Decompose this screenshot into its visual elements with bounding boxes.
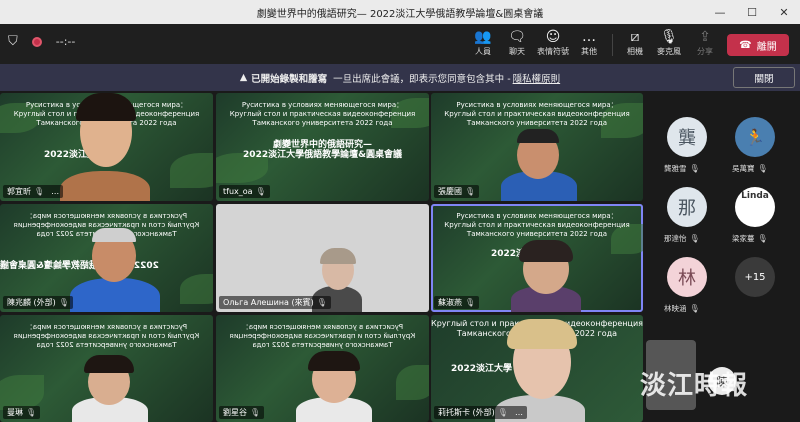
participant-name: 那達怡 🎙 [664,234,700,243]
mic-icon: 🎙 [757,234,768,243]
participant-name: 曼琳 🎙 [3,406,41,419]
banner-title: 已開始錄製和謄寫 [251,73,328,85]
recording-banner: ▲ 已開始錄製和謄寫 一旦出席此會議，即表示您同意包含其中 - 隱私權原則 [0,64,800,91]
camera-off-icon: ⧄ [630,29,640,45]
tile-more-button[interactable]: … [515,406,523,419]
participant-name: 林映涵 🎙 [664,304,700,313]
mic-button[interactable]: 🎙 麥克風 [652,28,686,62]
banner-close-button[interactable]: 關閉 [733,67,795,88]
chat-icon: 🗨 [508,29,526,45]
participant-name: Ольга Алешина (來賓) 🎙 [219,296,331,309]
meeting-toolbar: ⛉ --:-- 👥 人員 🗨 聊天 ☺ 表情符號 … 其他 ⧄ 相機 🎙 麥克風… [0,24,800,64]
mic-icon: 🎙 [250,408,261,417]
recording-icon [31,36,42,47]
video-tile[interactable]: Ольга Алешина (來賓) 🎙 [216,204,429,312]
participant-name: 郭宜昕 🎙… [3,185,64,198]
video-tile[interactable]: Русистика в условиях меняющегося мира： К… [216,93,429,201]
mic-icon: 🎙 [497,408,508,417]
person-photo-icon: 🏃 [745,127,765,147]
avatar[interactable]: 🏃 [735,117,775,157]
participant-name: 劉星谷 🎙 [219,406,265,419]
warning-icon: ▲ [239,72,248,83]
mic-icon: 🎙 [34,187,45,196]
maximize-button[interactable]: ☐ [736,0,768,24]
video-tile[interactable]: Круглый стол и практическая видеоконфере… [431,315,643,422]
mic-icon: 🎙 [465,298,476,307]
share-icon: ⇪ [699,29,711,45]
video-tile[interactable]: Русистика в условиях меняющегося мира： К… [0,93,213,201]
participant-name: 莉托斯卡 (外部) 🎙… [434,406,527,419]
video-tile[interactable]: Русистика в условиях меняющегося мира： К… [216,315,429,422]
video-tile[interactable]: Русистика в условиях меняющегося мира： К… [431,204,643,312]
toolbar-divider [612,34,613,56]
banner-text: 一旦出席此會議，即表示您同意包含其中 - [333,73,511,85]
participant-name: 龔雅雪 🎙 [664,164,700,173]
participant-name: 張慶國 🎙 [434,185,480,198]
mic-off-icon: 🎙 [660,29,678,45]
title-bar: 劇變世界中的俄語研究— 2022淡江大學俄語教學論壇&圓桌會議 — ☐ ✕ [0,0,800,24]
participant-name: 陳兆麟 (外部) 🎙 [3,296,73,309]
window-title: 劇變世界中的俄語研究— 2022淡江大學俄語教學論壇&圓桌會議 [256,8,544,20]
video-tile[interactable]: Русистика в условиях меняющегося мира： К… [0,204,213,312]
participant-name: 吳萬寶 🎙 [732,164,768,173]
chat-button[interactable]: 🗨 聊天 [500,28,534,62]
people-icon: 👥 [474,29,492,45]
video-tile[interactable]: Русистика в условиях меняющегося мира： К… [0,315,213,422]
mic-icon: 🎙 [757,164,768,173]
mic-icon: 🎙 [255,187,266,196]
avatar[interactable]: 龔 [667,117,707,157]
smiley-icon: ☺ [545,29,561,45]
avatar[interactable]: Linda [735,187,775,227]
mic-icon: 🎙 [689,164,700,173]
participant-name: tfux_oa 🎙 [219,185,270,198]
mic-icon: 🎙 [26,408,37,417]
people-button[interactable]: 👥 人員 [466,28,500,62]
minimize-button[interactable]: — [704,0,736,24]
meeting-timer: --:-- [55,35,76,48]
watermark-text: 淡江時報 [640,371,749,401]
mic-icon: 🎙 [465,187,476,196]
tile-more-button[interactable]: … [51,185,59,198]
avatar[interactable]: 那 [667,187,707,227]
ellipsis-icon: … [582,29,596,45]
participant-name: 梁家蔓 🎙 [732,234,768,243]
participant-name: 蘇淑燕 🎙 [434,296,480,309]
more-button[interactable]: … 其他 [572,28,606,62]
share-button[interactable]: ⇪ 分享 [688,28,722,62]
privacy-link[interactable]: 隱私權原則 [513,71,561,85]
mic-icon: 🎙 [58,298,69,307]
phone-icon: ☎ [739,39,752,51]
mic-icon: 🎙 [689,234,700,243]
mic-icon: 🎙 [689,304,700,313]
camera-button[interactable]: ⧄ 相機 [618,28,652,62]
close-window-button[interactable]: ✕ [768,0,800,24]
react-button[interactable]: ☺ 表情符號 [536,28,570,62]
more-participants-button[interactable]: +15 [735,257,775,297]
avatar[interactable]: 林 [667,257,707,297]
mic-icon: 🎙 [316,298,327,307]
video-tile[interactable]: Русистика в условиях меняющегося мира： К… [431,93,643,201]
shield-icon[interactable]: ⛉ [8,34,18,49]
leave-button[interactable]: ☎ 離開 [727,34,789,56]
